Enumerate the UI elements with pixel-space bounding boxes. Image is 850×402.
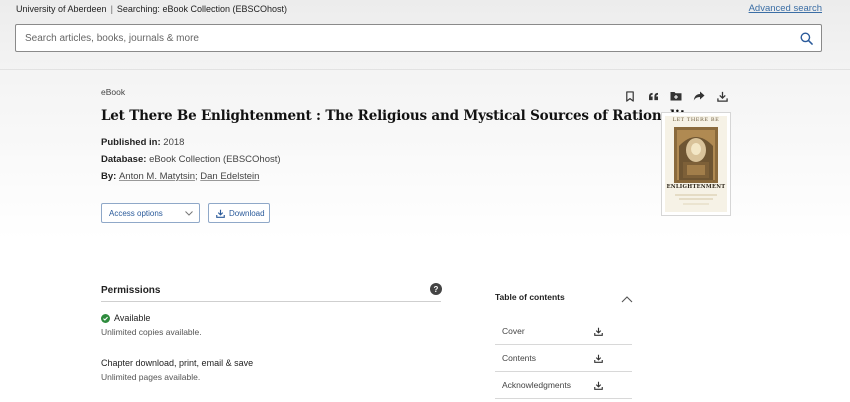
toc-collapse-button[interactable] — [621, 290, 633, 308]
search-icon — [800, 32, 813, 45]
cover-illustration — [665, 116, 727, 212]
author-link[interactable]: Anton M. Matytsin — [119, 171, 195, 182]
availability-status: Available — [101, 313, 150, 323]
chevron-down-icon — [185, 210, 193, 216]
toc-item[interactable]: Cover — [495, 318, 632, 345]
toc-download-button[interactable] — [594, 381, 603, 390]
institution-name: University of Aberdeen — [16, 4, 107, 14]
cover-title-main: ENLIGHTENMENT — [666, 184, 726, 190]
pages-note: Unlimited pages available. — [101, 372, 201, 382]
help-icon[interactable]: ? — [430, 283, 442, 295]
cite-icon — [648, 92, 658, 100]
record-actions — [622, 88, 730, 104]
header-divider — [0, 69, 850, 70]
search-button[interactable] — [791, 25, 821, 51]
copies-note: Unlimited copies available. — [101, 327, 202, 337]
published-label: Published in: — [101, 137, 161, 148]
authors-row: By: Anton M. Matytsin; Dan Edelstein — [101, 171, 259, 182]
available-label: Available — [114, 313, 151, 323]
database-label: Database: — [101, 154, 147, 165]
advanced-search-link[interactable]: Advanced search — [749, 3, 822, 14]
download-icon — [594, 354, 603, 363]
toc-item[interactable]: Contents — [495, 345, 632, 372]
database-value: eBook Collection (EBSCOhost) — [149, 154, 281, 165]
download-button[interactable]: Download — [208, 203, 270, 223]
book-cover[interactable]: LET THERE BE ENLIGHTENMENT — [661, 112, 731, 216]
record-title[interactable]: Let There Be Enlightenment : The Religio… — [101, 108, 694, 124]
share-icon — [693, 91, 705, 101]
bookmark-button[interactable] — [622, 88, 638, 104]
download-icon — [594, 381, 603, 390]
add-to-folder-icon — [670, 92, 682, 101]
book-cover-art: LET THERE BE ENLIGHTENMENT — [665, 116, 727, 212]
permissions-heading: Permissions — [101, 285, 161, 296]
toc-heading: Table of contents — [495, 292, 565, 302]
access-options-label: Access options — [109, 208, 163, 218]
author-link[interactable]: Dan Edelstein — [200, 171, 259, 182]
separator: | — [110, 4, 113, 14]
database-row: Database: eBook Collection (EBSCOhost) — [101, 154, 281, 165]
collection-name: eBook Collection (EBSCOhost) — [162, 4, 288, 14]
download-label: Download — [229, 208, 265, 218]
download-action-button[interactable] — [714, 88, 730, 104]
cover-title-top: LET THERE BE — [672, 117, 720, 123]
toc-download-button[interactable] — [594, 327, 603, 336]
record-type: eBook — [101, 87, 126, 97]
by-label: By: — [101, 171, 117, 182]
check-circle-icon — [101, 313, 110, 323]
cite-button[interactable] — [645, 88, 661, 104]
permissions-divider — [101, 301, 441, 302]
toc-item[interactable]: Acknowledgments — [495, 372, 632, 399]
search-input[interactable] — [25, 32, 791, 44]
bookmark-icon — [626, 90, 634, 102]
published-value: 2018 — [163, 137, 185, 148]
search-context: University of Aberdeen | Searching: eBook … — [16, 4, 287, 14]
download-icon — [594, 327, 603, 336]
chevron-up-icon — [621, 296, 633, 303]
download-icon — [716, 91, 728, 102]
toc-item-label: Contents — [502, 353, 537, 363]
share-button[interactable] — [691, 88, 707, 104]
add-to-folder-button[interactable] — [668, 88, 684, 104]
published-row: Published in: 2018 — [101, 137, 184, 148]
download-icon — [216, 209, 225, 218]
author-separator: ; — [194, 171, 198, 182]
chapter-permissions-label: Chapter download, print, email & save — [101, 358, 254, 368]
searching-label: Searching: — [116, 4, 160, 14]
toc-item-label: Acknowledgments — [502, 380, 571, 390]
search-bar — [15, 24, 822, 52]
toc-item-label: Cover — [502, 326, 525, 336]
access-options-dropdown[interactable]: Access options — [101, 203, 200, 223]
toc-download-button[interactable] — [594, 354, 603, 363]
